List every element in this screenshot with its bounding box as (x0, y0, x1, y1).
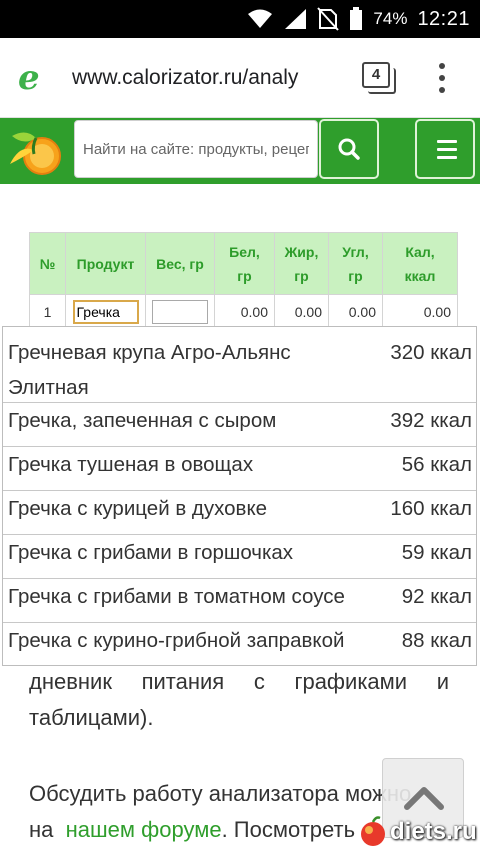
clock: 12:21 (417, 7, 470, 30)
product-input[interactable] (72, 299, 139, 324)
autocomplete-item[interactable]: Гречка с курино-грибной заправкой 88 кка… (3, 623, 476, 666)
address-bar[interactable]: www.calorizator.ru/analy (72, 63, 340, 93)
col-header-weight: Вес, гр (145, 232, 215, 295)
protein-value: 0.00 (214, 294, 275, 329)
site-menu-button[interactable] (415, 119, 475, 179)
col-header-protein: Бел, гр (214, 232, 275, 295)
autocomplete-item-kcal: 59 ккал (401, 541, 472, 564)
col-header-fat: Жир, гр (274, 232, 329, 295)
fat-value: 0.00 (274, 294, 329, 329)
browser-toolbar: e www.calorizator.ru/analy 4 (0, 38, 480, 118)
autocomplete-item-name: Гречка с курино-грибной заправкой (8, 629, 345, 652)
hamburger-menu-icon (437, 140, 457, 143)
autocomplete-item-kcal: 392 ккал (390, 409, 472, 432)
autocomplete-item-kcal: 92 ккал (401, 585, 472, 608)
site-search-input[interactable] (74, 120, 318, 178)
chrome-lite-logo-icon[interactable]: e (18, 60, 50, 96)
site-logo-icon[interactable] (6, 124, 68, 178)
autocomplete-item-kcal: 56 ккал (401, 453, 472, 476)
hidden-heading-fragment (0, 184, 480, 194)
kcal-value: 0.00 (382, 294, 458, 329)
autocomplete-item[interactable]: Гречка с грибами в томатном соусе 92 кка… (3, 579, 476, 623)
carbs-value: 0.00 (328, 294, 383, 329)
col-header-kcal: Кал, ккал (382, 232, 458, 295)
autocomplete-item-name: Гречка с грибами в томатном соусе (8, 585, 345, 608)
apple-logo-icon (361, 816, 385, 846)
autocomplete-item-name: Гречка с курицей в духовке (8, 497, 268, 520)
site-search-button[interactable] (319, 119, 379, 179)
autocomplete-item[interactable]: Гречневая крупа Агро-Альянс Элитная 320 … (3, 327, 476, 403)
table-header-row: № Продукт Вес, гр Бел, гр Жир, гр Угл, гр К… (29, 232, 458, 295)
battery-percent: 74% (373, 9, 408, 28)
battery-icon (350, 7, 363, 30)
wifi-icon (248, 9, 273, 28)
tab-count: 4 (362, 62, 390, 88)
col-header-product: Продукт (65, 232, 146, 295)
autocomplete-item[interactable]: Гречка с курицей в духовке 160 ккал (3, 491, 476, 535)
site-header (0, 118, 480, 184)
autocomplete-item[interactable]: Гречка тушеная в овощах 56 ккал (3, 447, 476, 491)
autocomplete-dropdown: Гречневая крупа Агро-Альянс Элитная 320 … (2, 326, 477, 666)
paragraph-diary: дневник питания с графиками и таблицами)… (29, 669, 449, 730)
weight-input[interactable] (152, 299, 208, 324)
autocomplete-item-name: Гречка тушеная в овощах (8, 453, 254, 476)
autocomplete-item[interactable]: Гречка, запеченная с сыром 392 ккал (3, 403, 476, 447)
autocomplete-item-name: Гречка с грибами в горшочках (8, 541, 294, 564)
tab-switcher-button[interactable]: 4 (362, 62, 396, 94)
autocomplete-item-kcal: 320 ккал (390, 341, 472, 364)
signal-icon (285, 9, 307, 29)
col-header-carbs: Угл, гр (328, 232, 383, 295)
nutrition-table: № Продукт Вес, гр Бел, гр Жир, гр Угл, гр К… (29, 232, 458, 329)
autocomplete-item[interactable]: Гречка с грибами в горшочках 59 ккал (3, 535, 476, 579)
col-header-num: № (29, 232, 66, 295)
autocomplete-item-name: Гречка, запеченная с сыром (8, 409, 277, 432)
row-number: 1 (29, 294, 66, 329)
autocomplete-item-name: Гречневая крупа Агро-Альянс Элитная (8, 341, 291, 399)
browser-menu-button[interactable] (432, 60, 452, 96)
table-row: 1 0.00 0.00 0.00 0.00 (29, 294, 458, 329)
autocomplete-item-kcal: 160 ккал (390, 497, 472, 520)
search-icon (338, 138, 360, 160)
no-sim-icon (317, 7, 340, 31)
autocomplete-item-kcal: 88 ккал (401, 629, 472, 652)
diets-watermark: diets.ru (356, 812, 480, 852)
forum-link[interactable]: нашем форуме (66, 817, 222, 842)
status-bar: 74% 12:21 (0, 0, 480, 38)
